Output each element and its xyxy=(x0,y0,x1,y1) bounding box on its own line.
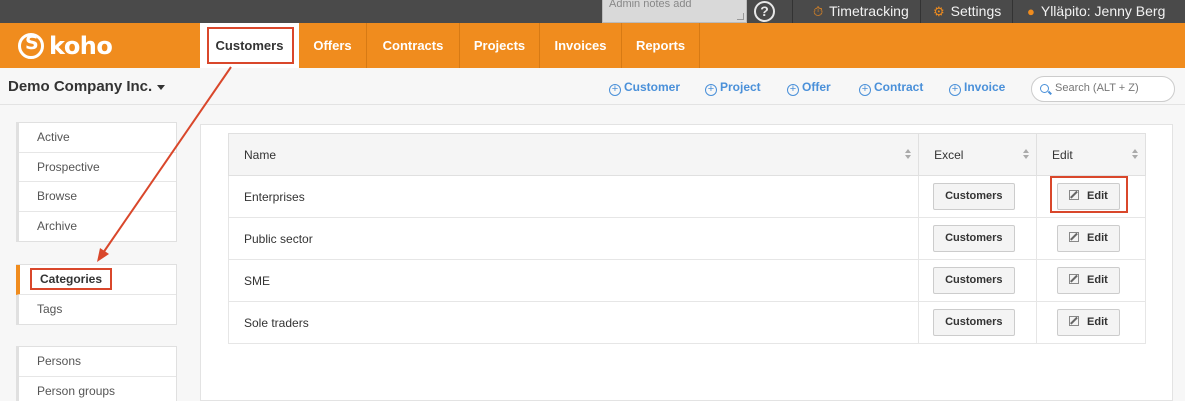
arrow-line xyxy=(102,66,232,254)
arrow-head-icon xyxy=(97,248,109,262)
annotation-arrow xyxy=(97,66,232,262)
